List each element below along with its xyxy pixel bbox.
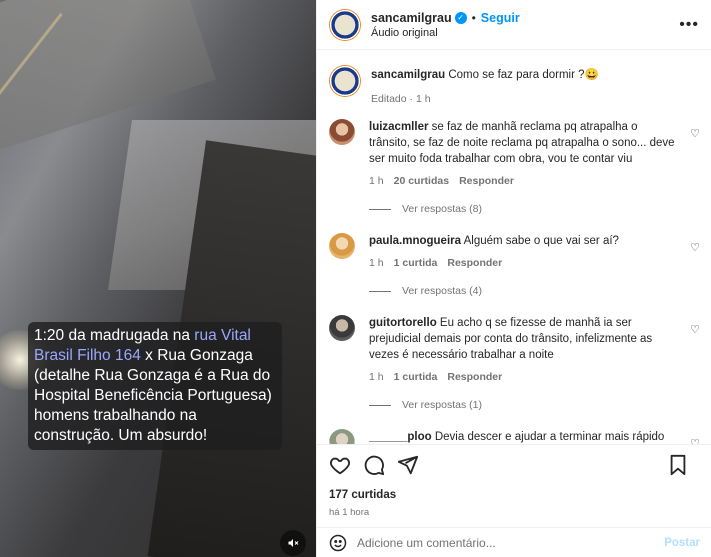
commenter-username[interactable]: ______ploo <box>369 431 432 443</box>
caption-author-avatar[interactable] <box>329 65 361 97</box>
commenter-username[interactable]: paula.mnogueira <box>369 235 461 247</box>
verified-badge-icon: ✓ <box>454 11 467 24</box>
comment-time: 1 h <box>369 371 384 383</box>
replies-divider <box>369 404 391 406</box>
commenter-username[interactable]: luizacmller <box>369 121 428 133</box>
comment-composer: Postar <box>317 527 711 557</box>
reel-video[interactable]: 1:20 da madrugada na rua Vital Brasil Fi… <box>0 0 316 557</box>
view-replies-label: Ver respostas (1) <box>402 399 482 411</box>
comments-list[interactable]: sancamilgrau Como se faz para dormir ?😀 … <box>317 51 711 444</box>
comment-item: paula.mnogueira Alguém sabe o que vai se… <box>329 233 700 271</box>
replies-divider <box>369 208 391 210</box>
heart-icon[interactable]: ♡ <box>690 241 700 254</box>
commenter-avatar[interactable] <box>329 119 355 145</box>
comment-likes[interactable]: 20 curtidas <box>394 173 449 189</box>
comment-item: luizacmller se faz de manhã reclama pq a… <box>329 119 700 189</box>
video-caption-prefix: 1:20 da madrugada na <box>34 327 195 344</box>
caption-author-username[interactable]: sancamilgrau <box>371 69 445 81</box>
bookmark-icon[interactable] <box>668 454 688 476</box>
post-comment-button[interactable]: Postar <box>664 537 700 549</box>
commenter-username[interactable]: guitortorello <box>369 317 437 329</box>
comment-likes[interactable]: 1 curtida <box>394 369 438 385</box>
view-replies-label: Ver respostas (4) <box>402 285 482 297</box>
comment-time: 1 h <box>369 257 384 269</box>
author-avatar[interactable] <box>329 8 361 41</box>
heart-icon[interactable]: ♡ <box>690 437 700 444</box>
separator-dot: • <box>471 10 476 25</box>
caption-text: Como se faz para dormir ?😀 <box>448 69 599 81</box>
view-replies-button[interactable]: Ver respostas (8) <box>369 203 700 215</box>
post-header: sancamilgrau ✓ • Seguir Áudio original •… <box>317 0 711 50</box>
like-icon[interactable] <box>329 454 351 476</box>
share-icon[interactable] <box>397 454 419 476</box>
original-audio-link[interactable]: Áudio original <box>371 27 679 39</box>
post-caption: sancamilgrau Como se faz para dormir ?😀 … <box>329 65 700 107</box>
comment-icon[interactable] <box>363 454 385 476</box>
post-time: há 1 hora <box>329 507 370 518</box>
comment-item: guitortorello Eu acho q se fizesse de ma… <box>329 315 700 385</box>
commenter-avatar[interactable] <box>329 233 355 259</box>
commenter-avatar[interactable] <box>329 315 355 341</box>
reply-button[interactable]: Responder <box>447 369 502 385</box>
comment-time: 1 h <box>369 175 384 187</box>
emoji-icon[interactable] <box>329 534 347 552</box>
caption-edited: Editado · 1 h <box>371 93 431 105</box>
commenter-avatar[interactable] <box>329 429 355 444</box>
speaker-muted-icon[interactable] <box>280 530 306 556</box>
comment-likes[interactable]: 1 curtida <box>394 255 438 271</box>
view-replies-label: Ver respostas (8) <box>402 203 482 215</box>
comment-input[interactable] <box>357 535 665 550</box>
comment-text: Alguém sabe o que vai ser aí? <box>463 235 619 247</box>
follow-button[interactable]: Seguir <box>481 11 520 25</box>
post-panel: sancamilgrau ✓ • Seguir Áudio original •… <box>316 0 711 557</box>
author-username[interactable]: sancamilgrau <box>371 11 452 25</box>
likes-count[interactable]: 177 curtidas <box>329 489 700 501</box>
view-replies-button[interactable]: Ver respostas (1) <box>369 399 700 411</box>
heart-icon[interactable]: ♡ <box>690 323 700 336</box>
view-replies-button[interactable]: Ver respostas (4) <box>369 285 700 297</box>
more-horizontal-icon[interactable]: ••• <box>679 16 699 34</box>
heart-icon[interactable]: ♡ <box>690 127 700 140</box>
video-caption: 1:20 da madrugada na rua Vital Brasil Fi… <box>28 322 282 450</box>
reply-button[interactable]: Responder <box>447 255 502 271</box>
post-actions: 177 curtidas há 1 hora <box>317 444 711 518</box>
comment-item: ______ploo Devia descer e ajudar a termi… <box>329 429 700 444</box>
replies-divider <box>369 290 391 292</box>
reply-button[interactable]: Responder <box>459 173 514 189</box>
